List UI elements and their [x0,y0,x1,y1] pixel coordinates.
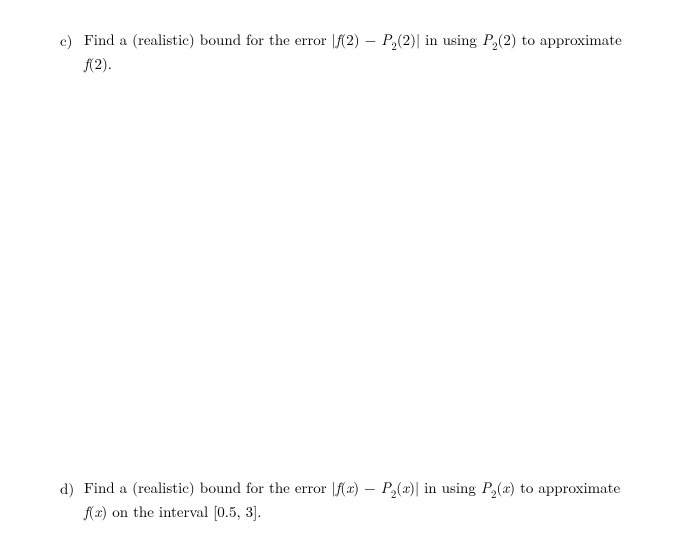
text: Find a (realistic) bound for the error | [84,477,336,498]
math-P: P [482,29,492,50]
subscript: 2 [391,487,396,502]
subscript: 2 [491,487,496,502]
math-P: P [481,477,491,498]
text: Find a (realistic) bound for the error | [84,29,336,50]
text: ) to approximate [509,477,620,498]
text: (2). [89,53,112,74]
text: (2)| in using [397,29,482,50]
math-P: P [381,29,391,50]
item-content-d: Find a (realistic) bound for the error |… [84,478,650,522]
problem-item-d: d) Find a (realistic) bound for the erro… [60,478,650,522]
text: )| in using [409,477,481,498]
text: (2) to approximate [498,29,622,50]
text: ) on the interval [0.5, 3]. [101,501,261,522]
text: ) − [353,477,381,498]
subscript: 2 [391,39,396,54]
subscript: 2 [492,39,497,54]
text: (2) − [340,29,381,50]
math-P: P [381,477,391,498]
item-content-c: Find a (realistic) bound for the error |… [84,30,650,74]
item-label-d: d) [60,478,84,499]
item-label-c: c) [60,30,84,51]
problem-item-c: c) Find a (realistic) bound for the erro… [60,30,650,74]
